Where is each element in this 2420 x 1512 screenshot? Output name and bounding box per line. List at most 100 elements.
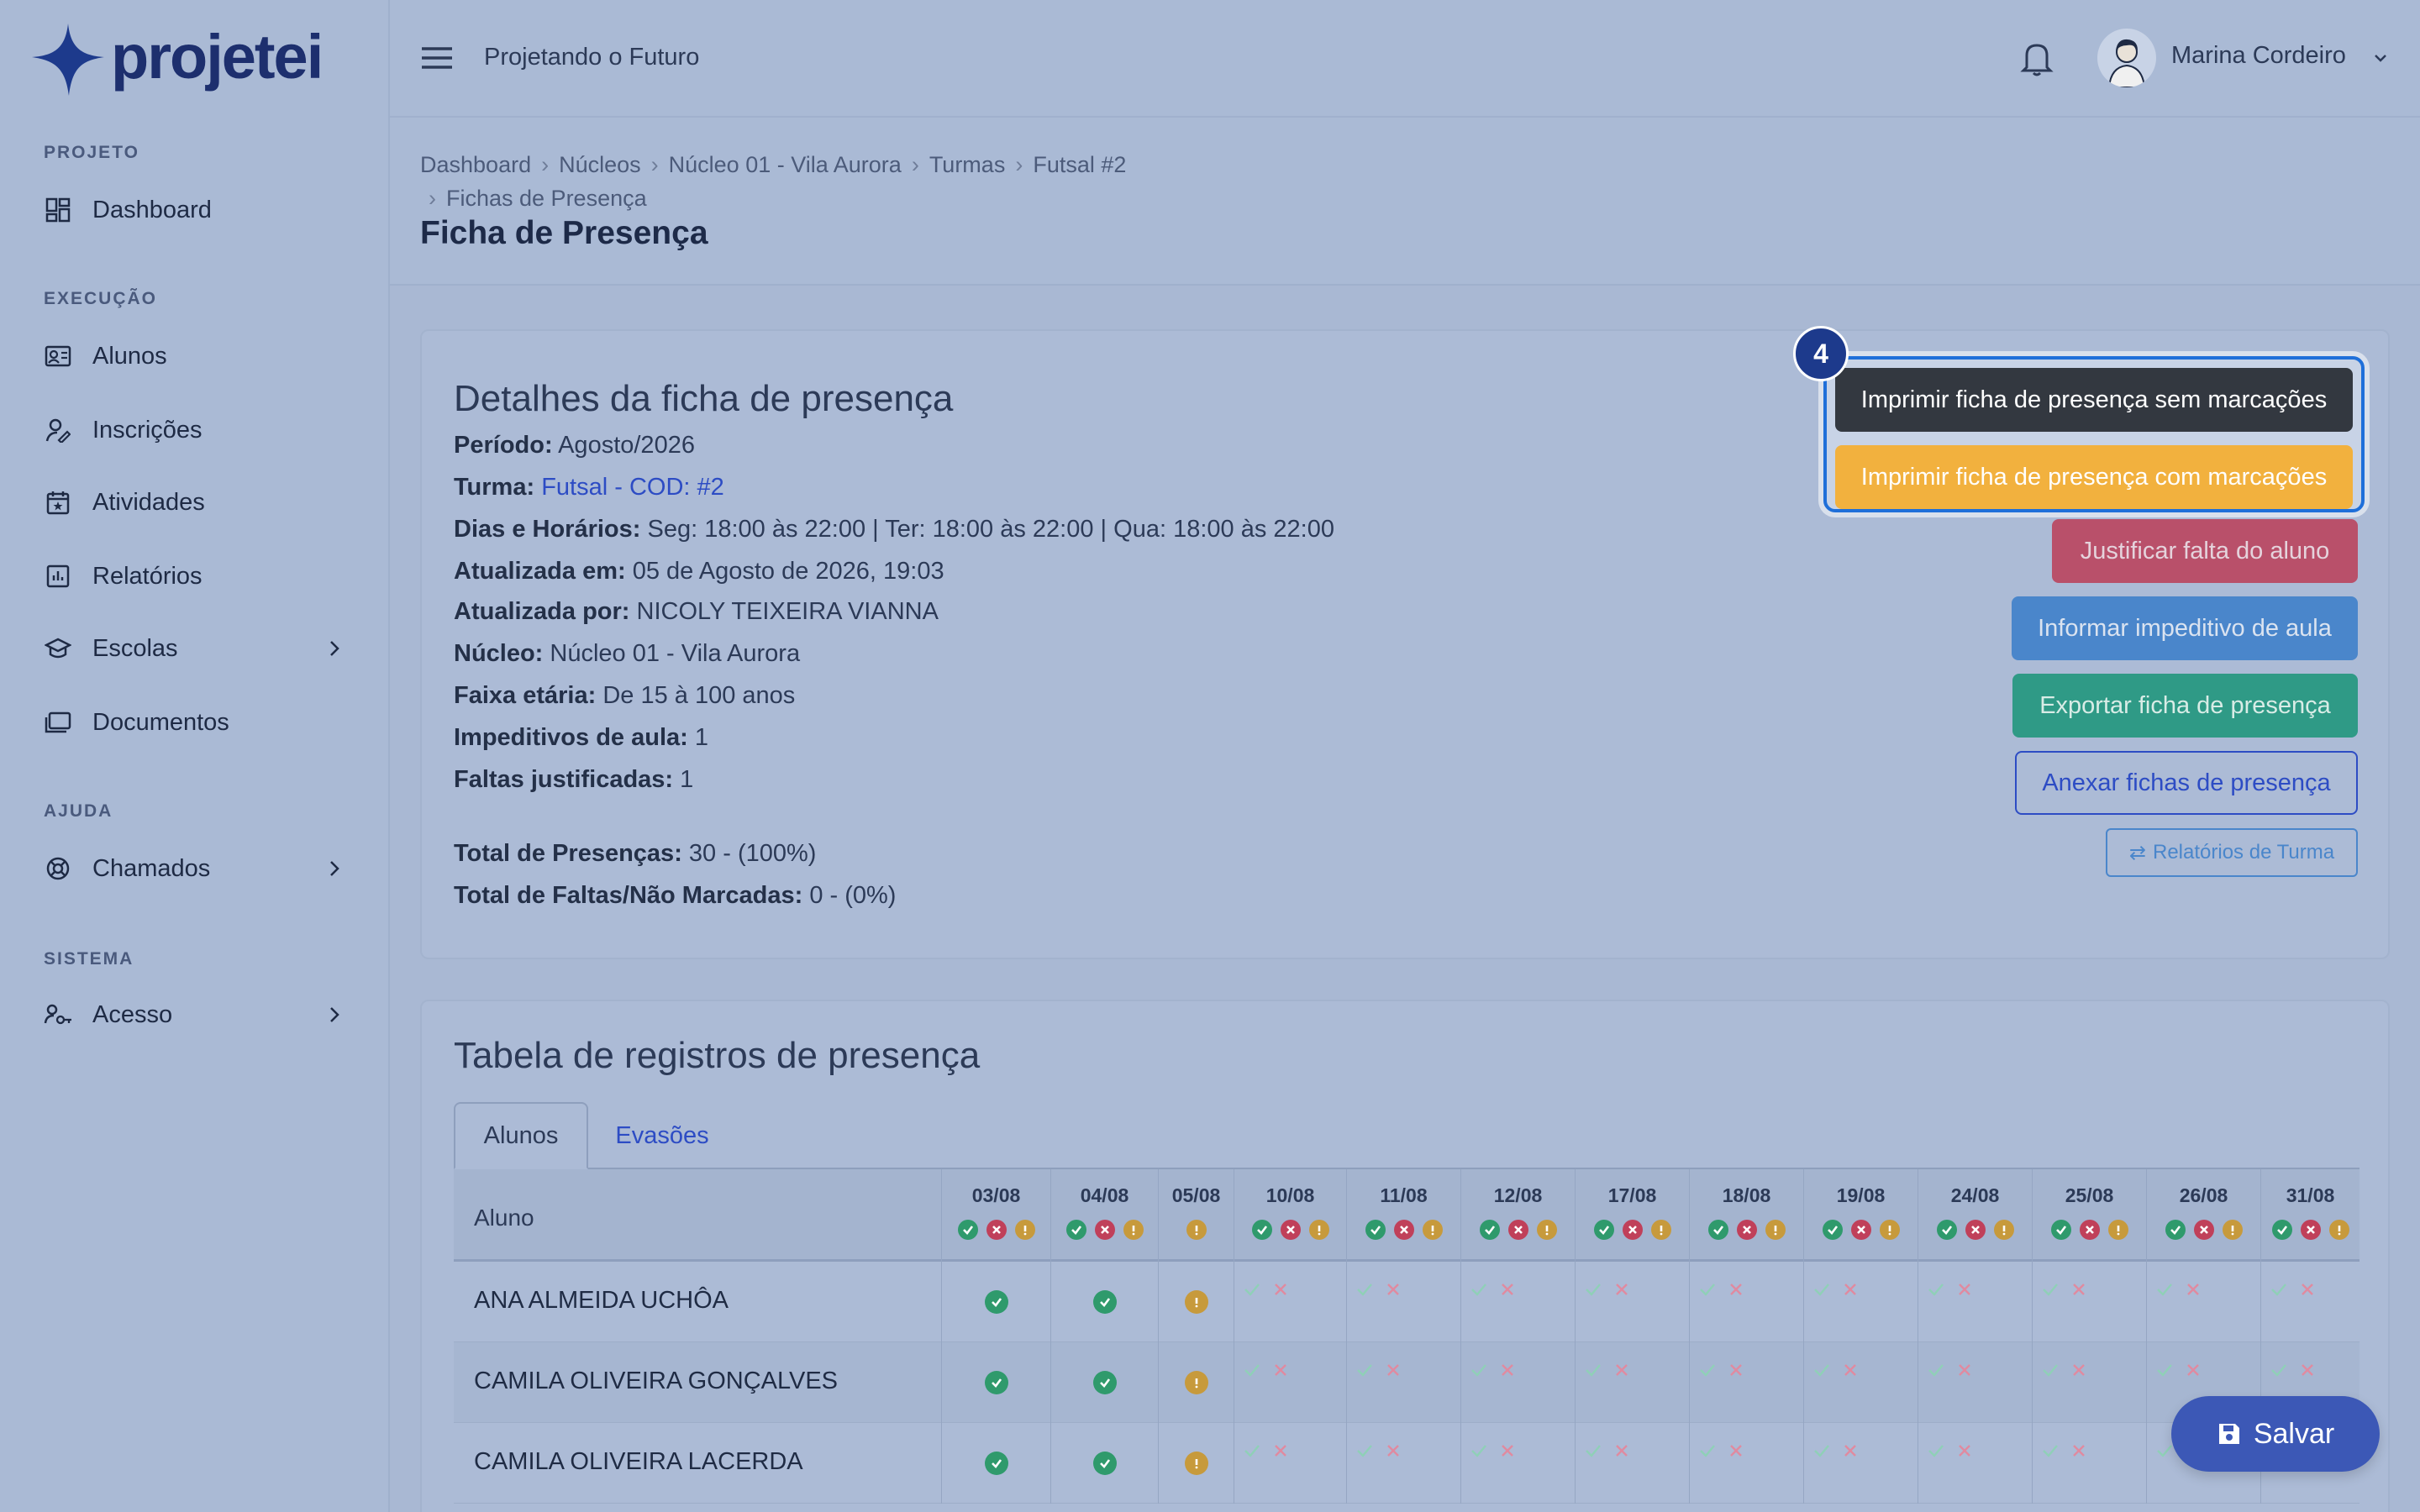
mark-absent-icon[interactable]: [2298, 1361, 2317, 1379]
bell-icon[interactable]: [2020, 40, 2054, 77]
mark-absent-icon[interactable]: [1498, 1361, 1517, 1379]
attendance-cell[interactable]: [1234, 1423, 1346, 1504]
mark-present-icon[interactable]: [1927, 1280, 1945, 1299]
bulk-absent-icon[interactable]: [1507, 1220, 1528, 1240]
mark-absent-icon[interactable]: [1612, 1280, 1631, 1299]
mark-absent-icon[interactable]: [1841, 1361, 1860, 1379]
bulk-absent-icon[interactable]: [1280, 1220, 1301, 1240]
mark-present-icon[interactable]: [2041, 1280, 2060, 1299]
bulk-absent-icon[interactable]: [986, 1220, 1007, 1240]
attendance-cell[interactable]: [1460, 1262, 1575, 1342]
bulk-impediment-icon[interactable]: [2328, 1220, 2349, 1240]
mark-present-icon[interactable]: [1698, 1361, 1717, 1379]
mark-present-icon[interactable]: [2155, 1441, 2174, 1460]
breadcrumb-item[interactable]: Núcleos: [559, 152, 641, 177]
mark-absent-icon[interactable]: [1498, 1441, 1517, 1460]
attendance-cell[interactable]: [941, 1423, 1050, 1504]
mark-absent-icon[interactable]: [1955, 1361, 1974, 1379]
bulk-absent-icon[interactable]: [2193, 1220, 2214, 1240]
bulk-impediment-icon[interactable]: [2107, 1220, 2128, 1240]
sidebar-item-inscricoes[interactable]: Inscrições: [44, 405, 346, 455]
attendance-cell[interactable]: [1689, 1262, 1803, 1342]
export-sheet-button[interactable]: Exportar ficha de presença: [2012, 674, 2358, 738]
attendance-cell[interactable]: [2032, 1342, 2146, 1423]
mark-present-icon[interactable]: [1927, 1361, 1945, 1379]
mark-absent-icon[interactable]: [1271, 1441, 1290, 1460]
mark-absent-icon[interactable]: [2070, 1361, 2088, 1379]
turma-link[interactable]: Futsal - COD: #2: [541, 474, 724, 501]
mark-absent-icon[interactable]: [2184, 1280, 2202, 1299]
attendance-cell[interactable]: [1158, 1423, 1234, 1504]
attendance-cell[interactable]: [1050, 1342, 1158, 1423]
mark-absent-icon[interactable]: [1841, 1441, 1860, 1460]
attendance-cell[interactable]: [1803, 1262, 1918, 1342]
mark-absent-icon[interactable]: [1271, 1280, 1290, 1299]
avatar[interactable]: [2097, 29, 2156, 87]
mark-absent-icon[interactable]: [2070, 1441, 2088, 1460]
mark-absent-icon[interactable]: [1841, 1280, 1860, 1299]
bulk-present-icon[interactable]: [1707, 1220, 1728, 1240]
bulk-present-icon[interactable]: [2165, 1220, 2186, 1240]
breadcrumb-item[interactable]: Futsal #2: [1033, 152, 1126, 177]
mark-present-icon[interactable]: [1243, 1361, 1261, 1379]
bulk-present-icon[interactable]: [1593, 1220, 1614, 1240]
mark-absent-icon[interactable]: [1384, 1441, 1402, 1460]
bulk-absent-icon[interactable]: [1094, 1220, 1115, 1240]
mark-present-icon[interactable]: [1243, 1280, 1261, 1299]
bulk-present-icon[interactable]: [1822, 1220, 1843, 1240]
mark-present-icon[interactable]: [1812, 1361, 1831, 1379]
attendance-cell[interactable]: [1460, 1342, 1575, 1423]
attendance-cell[interactable]: [1158, 1342, 1234, 1423]
save-button[interactable]: Salvar: [2171, 1396, 2380, 1472]
mark-present-icon[interactable]: [2041, 1441, 2060, 1460]
mark-present-icon[interactable]: [1243, 1441, 1261, 1460]
mark-present-icon[interactable]: [1584, 1361, 1602, 1379]
mark-present-icon[interactable]: [1698, 1280, 1717, 1299]
attendance-cell[interactable]: [1689, 1342, 1803, 1423]
user-name[interactable]: Marina Cordeiro: [2171, 42, 2346, 70]
sidebar-item-acesso[interactable]: Acesso: [44, 990, 346, 1040]
tab-alunos[interactable]: Alunos: [454, 1102, 588, 1169]
attendance-cell[interactable]: [2146, 1262, 2260, 1342]
attendance-cell[interactable]: [1234, 1342, 1346, 1423]
tab-evasoes[interactable]: Evasões: [603, 1102, 721, 1169]
mark-absent-icon[interactable]: [1612, 1361, 1631, 1379]
mark-present-icon[interactable]: [1698, 1441, 1717, 1460]
bulk-present-icon[interactable]: [1479, 1220, 1500, 1240]
class-reports-button[interactable]: ⇄ Relatórios de Turma: [2106, 828, 2358, 877]
mark-absent-icon[interactable]: [2184, 1361, 2202, 1379]
attendance-cell[interactable]: [1234, 1262, 1346, 1342]
bulk-present-icon[interactable]: [1065, 1220, 1086, 1240]
mark-present-icon[interactable]: [1584, 1280, 1602, 1299]
bulk-absent-icon[interactable]: [1393, 1220, 1414, 1240]
attendance-cell[interactable]: [941, 1262, 1050, 1342]
menu-icon[interactable]: [420, 44, 454, 72]
mark-absent-icon[interactable]: [2298, 1280, 2317, 1299]
attendance-cell[interactable]: [2032, 1262, 2146, 1342]
attendance-cell[interactable]: [1803, 1423, 1918, 1504]
mark-absent-icon[interactable]: [1384, 1280, 1402, 1299]
mark-absent-icon[interactable]: [1384, 1361, 1402, 1379]
report-impediment-button[interactable]: Informar impeditivo de aula: [2012, 596, 2358, 660]
mark-absent-icon[interactable]: [1612, 1441, 1631, 1460]
mark-present-icon[interactable]: [1584, 1441, 1602, 1460]
attendance-cell[interactable]: [1575, 1423, 1689, 1504]
attendance-cell[interactable]: [1689, 1423, 1803, 1504]
mark-present-icon[interactable]: [2155, 1361, 2174, 1379]
print-marked-button[interactable]: Imprimir ficha de presença com marcações: [1835, 445, 2353, 509]
attendance-cell[interactable]: [1158, 1262, 1234, 1342]
bulk-impediment-icon[interactable]: [1993, 1220, 2014, 1240]
bulk-absent-icon[interactable]: [2079, 1220, 2100, 1240]
sidebar-item-documentos[interactable]: Documentos: [44, 697, 346, 748]
sidebar-item-escolas[interactable]: Escolas: [44, 623, 346, 674]
bulk-absent-icon[interactable]: [1622, 1220, 1643, 1240]
bulk-impediment-icon[interactable]: [1186, 1220, 1207, 1240]
attendance-cell[interactable]: [1918, 1342, 2032, 1423]
mark-absent-icon[interactable]: [1727, 1280, 1745, 1299]
bulk-present-icon[interactable]: [1251, 1220, 1272, 1240]
sidebar-item-relatorios[interactable]: Relatórios: [44, 551, 346, 601]
mark-present-icon[interactable]: [1470, 1280, 1488, 1299]
mark-present-icon[interactable]: [2270, 1361, 2288, 1379]
attach-sheets-button[interactable]: Anexar fichas de presença: [2015, 751, 2358, 815]
breadcrumb-item[interactable]: Dashboard: [420, 152, 531, 177]
